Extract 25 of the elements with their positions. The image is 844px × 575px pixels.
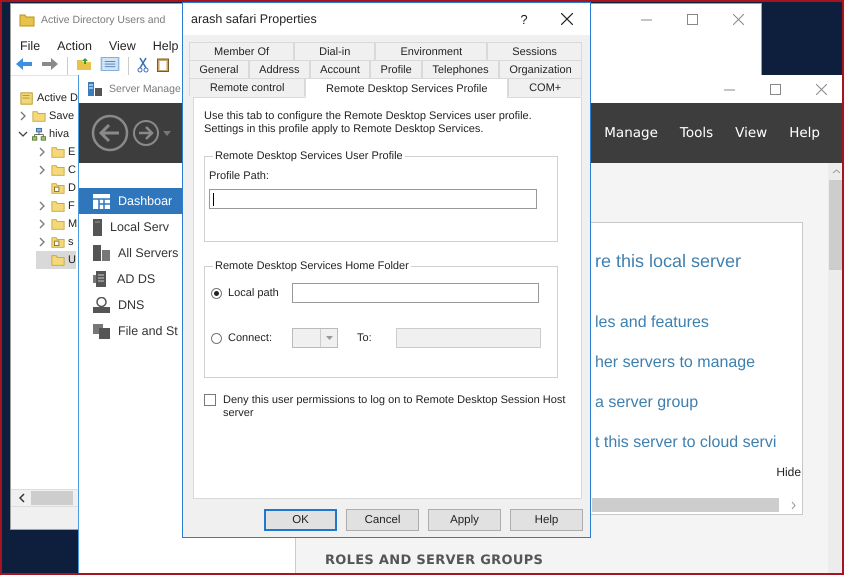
tree-label: E xyxy=(68,146,76,158)
tree-label: D xyxy=(68,182,76,194)
field-label: To: xyxy=(357,332,372,344)
nav-label: All Servers xyxy=(118,246,178,260)
tree-label: C xyxy=(68,164,76,176)
description: Use this tab to configure the Remote Desktop Services user profile. Settings in this profile apply to Remote Desktop Services. xyxy=(204,110,533,136)
section-heading: ROLES AND SERVER GROUPS xyxy=(325,553,544,568)
tree-label: U xyxy=(68,254,76,266)
tree-label: F xyxy=(68,200,75,212)
dialog-title: arash safari Properties xyxy=(191,12,318,26)
group-title: Remote Desktop Services User Profile xyxy=(214,150,404,162)
tree-label: M xyxy=(68,218,78,230)
field-label: Profile Path: xyxy=(209,170,270,182)
nav-label: Dashboar xyxy=(118,194,172,208)
tree-label: Save xyxy=(49,110,74,122)
tree-label: hiva xyxy=(49,128,70,140)
nav-label: File and St xyxy=(118,324,178,338)
nav-label: Local Serv xyxy=(110,220,170,234)
window-title: Active Directory Users and xyxy=(41,14,166,26)
tree-label: s xyxy=(68,236,74,248)
tree-label: Active D xyxy=(37,92,78,104)
nav-label: AD DS xyxy=(117,272,156,286)
group-title: Remote Desktop Services Home Folder xyxy=(214,260,410,272)
nav-label: DNS xyxy=(118,298,144,312)
window-title: Server Manage xyxy=(109,83,181,95)
